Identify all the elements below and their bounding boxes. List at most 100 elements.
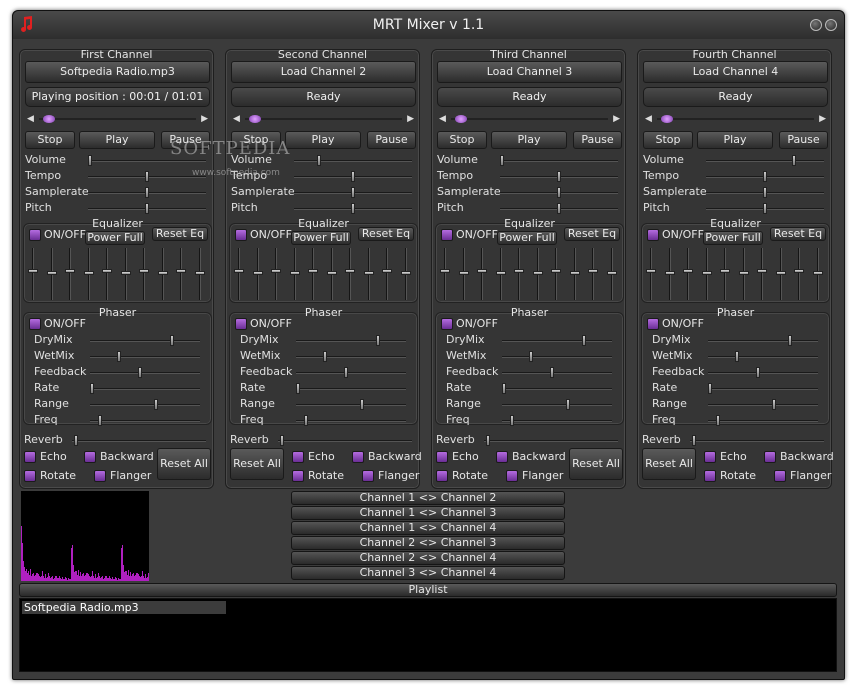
- load-channel-button[interactable]: Load Channel 4: [643, 61, 828, 83]
- slider-thumb[interactable]: [486, 435, 490, 446]
- range-slider[interactable]: [90, 399, 200, 411]
- drymix-slider[interactable]: [90, 335, 200, 347]
- slider-thumb[interactable]: [304, 415, 309, 426]
- eq-band-slider[interactable]: [363, 248, 374, 300]
- eq-band-thumb[interactable]: [308, 268, 318, 273]
- eq-band-thumb[interactable]: [83, 271, 94, 275]
- eq-band-slider[interactable]: [606, 248, 617, 300]
- eq-band-thumb[interactable]: [102, 268, 112, 273]
- reset-eq-button[interactable]: Reset Eq: [770, 227, 826, 241]
- stop-button[interactable]: Stop: [25, 131, 75, 149]
- eq-band-slider[interactable]: [102, 248, 112, 300]
- eq-band-thumb[interactable]: [400, 271, 411, 275]
- play-button[interactable]: Play: [697, 131, 773, 149]
- eq-band-slider[interactable]: [701, 248, 712, 300]
- flanger-checkbox[interactable]: [362, 470, 374, 482]
- slider-thumb[interactable]: [351, 171, 355, 182]
- eq-band-slider[interactable]: [326, 248, 337, 300]
- swap-channels-button[interactable]: Channel 2 <> Channel 4: [291, 551, 565, 565]
- slider-thumb[interactable]: [90, 383, 94, 394]
- eq-band-thumb[interactable]: [440, 268, 450, 273]
- slider-thumb[interactable]: [565, 399, 570, 410]
- seek-left-icon[interactable]: ◀: [645, 113, 652, 125]
- eq-band-slider[interactable]: [683, 248, 693, 300]
- slider-thumb[interactable]: [763, 203, 767, 214]
- eq-band-thumb[interactable]: [775, 271, 786, 275]
- swap-channels-button[interactable]: Channel 2 <> Channel 3: [291, 536, 565, 550]
- eq-band-slider[interactable]: [252, 248, 263, 300]
- eq-band-slider[interactable]: [28, 248, 38, 300]
- slider-thumb[interactable]: [502, 383, 506, 394]
- playlist-item[interactable]: Softpedia Radio.mp3: [22, 601, 226, 614]
- seek-knob[interactable]: [455, 115, 467, 123]
- samplerate-slider[interactable]: [706, 187, 824, 199]
- power-full-button[interactable]: Power Full: [497, 231, 557, 245]
- slider-thumb[interactable]: [280, 435, 284, 446]
- wetmix-slider[interactable]: [502, 351, 612, 363]
- feedback-slider[interactable]: [708, 367, 818, 379]
- eq-band-thumb[interactable]: [271, 268, 281, 273]
- volume-slider[interactable]: [706, 155, 824, 167]
- reset-all-button[interactable]: Reset All: [230, 448, 284, 480]
- freq-slider[interactable]: [90, 415, 200, 427]
- reverb-slider[interactable]: [484, 435, 618, 447]
- wetmix-slider[interactable]: [90, 351, 200, 363]
- eq-band-slider[interactable]: [400, 248, 411, 300]
- stop-button[interactable]: Stop: [437, 131, 487, 149]
- slider-thumb[interactable]: [145, 203, 149, 214]
- eq-band-thumb[interactable]: [176, 268, 186, 273]
- pause-button[interactable]: Pause: [573, 131, 622, 149]
- samplerate-slider[interactable]: [294, 187, 412, 199]
- minimize-icon[interactable]: [810, 19, 822, 31]
- rate-slider[interactable]: [90, 383, 200, 395]
- play-button[interactable]: Play: [491, 131, 567, 149]
- load-channel-button[interactable]: Load Channel 2: [231, 61, 416, 83]
- slider-thumb[interactable]: [169, 335, 174, 346]
- eq-band-slider[interactable]: [65, 248, 75, 300]
- freq-slider[interactable]: [708, 415, 818, 427]
- eq-band-slider[interactable]: [83, 248, 94, 300]
- eq-onoff-checkbox[interactable]: [235, 229, 247, 241]
- stop-button[interactable]: Stop: [643, 131, 693, 149]
- eq-band-slider[interactable]: [345, 248, 355, 300]
- swap-channels-button[interactable]: Channel 1 <> Channel 4: [291, 521, 565, 535]
- tempo-slider[interactable]: [88, 171, 206, 183]
- eq-band-slider[interactable]: [495, 248, 506, 300]
- swap-channels-button[interactable]: Channel 1 <> Channel 2: [291, 491, 565, 505]
- slider-thumb[interactable]: [692, 435, 696, 446]
- seek-right-icon[interactable]: ▶: [613, 113, 620, 125]
- eq-band-slider[interactable]: [532, 248, 543, 300]
- slider-thumb[interactable]: [296, 383, 300, 394]
- eq-band-slider[interactable]: [720, 248, 730, 300]
- seek-left-icon[interactable]: ◀: [233, 113, 240, 125]
- eq-band-thumb[interactable]: [289, 271, 300, 275]
- eq-band-slider[interactable]: [308, 248, 318, 300]
- eq-band-slider[interactable]: [514, 248, 524, 300]
- load-channel-button[interactable]: Softpedia Radio.mp3: [25, 61, 210, 83]
- power-full-button[interactable]: Power Full: [703, 231, 763, 245]
- eq-band-slider[interactable]: [812, 248, 823, 300]
- eq-onoff-checkbox[interactable]: [441, 229, 453, 241]
- slider-thumb[interactable]: [755, 367, 760, 378]
- flanger-checkbox[interactable]: [774, 470, 786, 482]
- slider-thumb[interactable]: [708, 383, 712, 394]
- seek-knob[interactable]: [249, 115, 261, 123]
- eq-band-slider[interactable]: [271, 248, 281, 300]
- wetmix-slider[interactable]: [708, 351, 818, 363]
- eq-band-thumb[interactable]: [588, 268, 598, 273]
- play-button[interactable]: Play: [79, 131, 155, 149]
- volume-slider[interactable]: [500, 155, 618, 167]
- rotate-checkbox[interactable]: [24, 470, 36, 482]
- slider-thumb[interactable]: [322, 351, 327, 362]
- range-slider[interactable]: [708, 399, 818, 411]
- tempo-slider[interactable]: [294, 171, 412, 183]
- eq-band-thumb[interactable]: [683, 268, 693, 273]
- slider-thumb[interactable]: [88, 155, 92, 166]
- drymix-slider[interactable]: [708, 335, 818, 347]
- eq-band-thumb[interactable]: [701, 271, 712, 275]
- samplerate-slider[interactable]: [88, 187, 206, 199]
- echo-checkbox[interactable]: [292, 451, 304, 463]
- rotate-checkbox[interactable]: [704, 470, 716, 482]
- eq-band-thumb[interactable]: [139, 268, 149, 273]
- swap-channels-button[interactable]: Channel 1 <> Channel 3: [291, 506, 565, 520]
